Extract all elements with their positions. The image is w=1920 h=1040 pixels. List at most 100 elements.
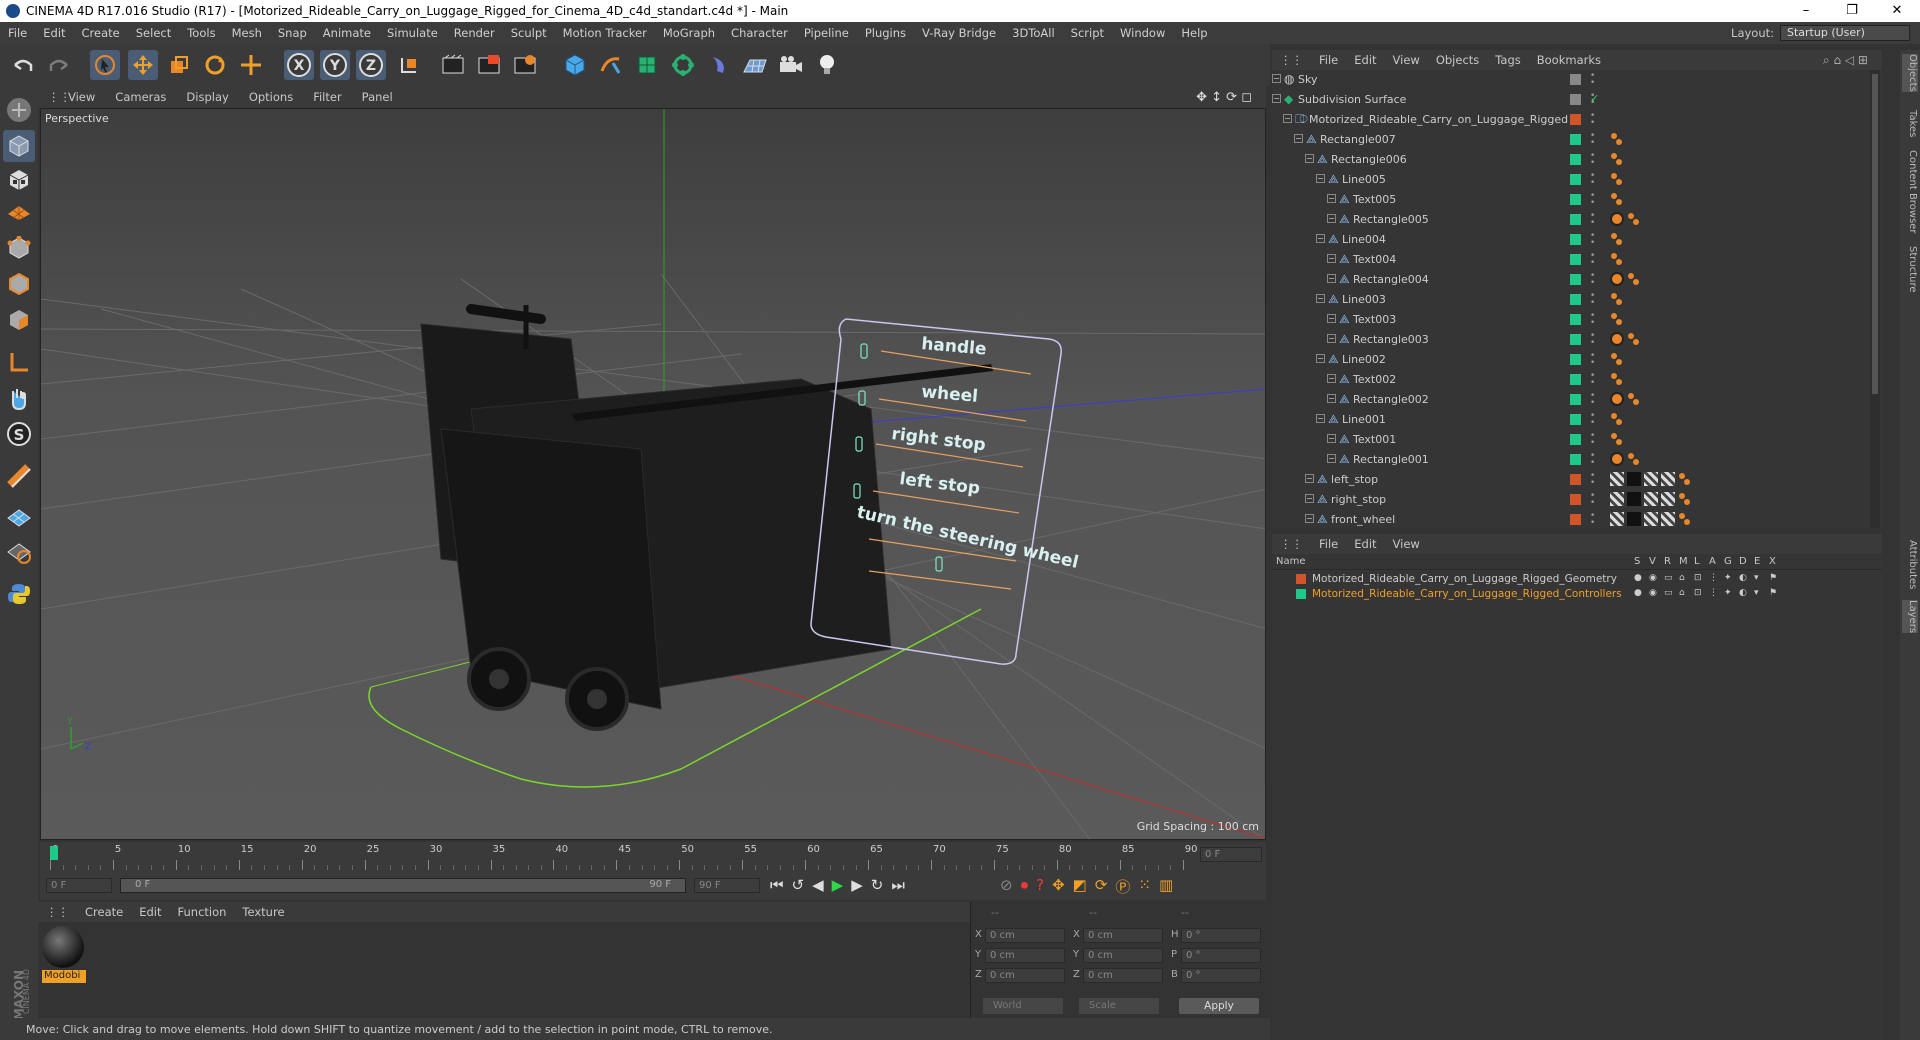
coord-position-field[interactable]: 0 cm [985, 928, 1065, 943]
material-tag-icon[interactable] [1610, 412, 1624, 426]
material-tag-icon[interactable] [1610, 432, 1624, 446]
tab-layers[interactable]: Layers [1902, 600, 1918, 634]
visibility-dots[interactable]: • • [1590, 352, 1595, 368]
tab-content-browser[interactable]: Content Browser [1902, 150, 1918, 233]
model-mode-icon[interactable] [3, 130, 35, 162]
layer-color-swatch[interactable] [1570, 154, 1581, 165]
objects-menu-bookmarks[interactable]: Bookmarks [1529, 53, 1609, 67]
objects-menu-edit[interactable]: Edit [1346, 53, 1384, 67]
layer-color-swatch[interactable] [1296, 574, 1306, 584]
expand-toggle-icon[interactable]: − [1294, 134, 1303, 143]
camera-object-icon[interactable] [776, 50, 806, 80]
tab-objects[interactable]: Objects [1902, 54, 1918, 92]
z-axis-lock-icon[interactable]: Z [356, 50, 386, 80]
coord-scale-dropdown[interactable]: Scale [1079, 998, 1159, 1014]
menu-mesh[interactable]: Mesh [224, 26, 270, 40]
motion-record-icon[interactable]: ⊘ [1000, 876, 1013, 897]
visibility-dots[interactable]: • • [1590, 432, 1595, 448]
layer-name[interactable]: Motorized_Rideable_Carry_on_Luggage_Rigg… [1312, 573, 1617, 585]
next-key-icon[interactable]: ↻ [871, 876, 884, 894]
expand-toggle-icon[interactable]: − [1327, 454, 1336, 463]
viewport-navigation-icons[interactable]: ✥ ↕ ⟳ ◻ [1186, 90, 1262, 105]
material-tag-icon[interactable] [1610, 232, 1624, 246]
visibility-dots[interactable]: • • [1590, 372, 1595, 388]
layer-flag-toggle-icon[interactable]: ● [1634, 588, 1643, 598]
visibility-dots[interactable]: • • [1590, 472, 1595, 488]
checker-tag-icon[interactable] [1644, 492, 1658, 506]
material-tag-icon[interactable] [1610, 372, 1624, 386]
material-tag-icon[interactable] [1610, 352, 1624, 366]
protection-tag-icon[interactable] [1610, 332, 1624, 346]
menu-select[interactable]: Select [128, 26, 179, 40]
material-tag-icon[interactable] [1627, 272, 1641, 286]
menu-window[interactable]: Window [1112, 26, 1173, 40]
layer-flag-toggle-icon[interactable]: ◉ [1649, 588, 1658, 598]
layer-color-swatch[interactable] [1570, 134, 1581, 145]
menu-3dtoall[interactable]: 3DToAll [1004, 26, 1063, 40]
visibility-dots[interactable]: • • [1590, 492, 1595, 508]
minimize-button[interactable]: – [1783, 0, 1829, 22]
redo-icon[interactable] [44, 50, 74, 80]
coordinate-system-icon[interactable] [394, 50, 424, 80]
tab-structure[interactable]: Structure [1902, 246, 1918, 293]
menu-character[interactable]: Character [723, 26, 796, 40]
edges-mode-icon[interactable] [3, 268, 35, 300]
menu-help[interactable]: Help [1173, 26, 1215, 40]
menu-script[interactable]: Script [1063, 26, 1112, 40]
apply-button[interactable]: Apply [1179, 998, 1259, 1014]
object-tree-scrollbar[interactable] [1870, 70, 1880, 528]
cube-object-icon[interactable] [560, 50, 590, 80]
rotate-tool-icon[interactable] [200, 50, 230, 80]
layer-color-swatch[interactable] [1570, 294, 1581, 305]
coord-rotation-field[interactable]: 0 ° [1181, 928, 1261, 943]
coord-size-field[interactable]: 0 cm [1083, 948, 1163, 963]
object-search-icons[interactable]: ⌕ ⌂ ◁ ⊞ [1815, 53, 1876, 68]
visibility-dots[interactable]: • • [1590, 292, 1595, 308]
layer-color-swatch[interactable] [1570, 454, 1581, 465]
expression-tag-icon[interactable] [1627, 512, 1641, 526]
scrollbar-thumb[interactable] [1872, 74, 1878, 394]
constraint-tag-icon[interactable] [1610, 492, 1624, 506]
timeline-playhead[interactable] [50, 846, 58, 860]
menu-create[interactable]: Create [74, 26, 128, 40]
visibility-dots[interactable]: • • [1590, 332, 1595, 348]
visibility-dots[interactable]: • • [1590, 152, 1595, 168]
protection-tag-icon[interactable] [1610, 272, 1624, 286]
render-settings-icon[interactable] [510, 50, 540, 80]
visibility-dots[interactable]: • • [1590, 212, 1595, 228]
layer-flag-toggle-icon[interactable]: ⌂ [1679, 588, 1688, 598]
material-tag-icon[interactable] [1627, 452, 1641, 466]
record-active-objects-icon[interactable]: ⏺ [1021, 876, 1029, 897]
array-object-icon[interactable] [668, 50, 698, 80]
layer-color-swatch[interactable] [1570, 274, 1581, 285]
viewport-menu-options[interactable]: Options [239, 90, 303, 104]
layer-flag-toggle-icon[interactable]: ▭ [1664, 573, 1673, 583]
checker-tag-icon[interactable] [1661, 472, 1675, 486]
material-tag-icon[interactable] [1610, 152, 1624, 166]
workplane-mode-icon[interactable] [3, 196, 35, 228]
enabled-check-icon[interactable]: ✓ [1590, 92, 1599, 105]
menu-render[interactable]: Render [446, 26, 503, 40]
visibility-dots[interactable]: • • [1590, 452, 1595, 468]
object-row[interactable]: − ⟁ Rectangle003 • • [1272, 330, 1882, 350]
layer-flag-toggle-icon[interactable]: ▾ [1754, 588, 1763, 598]
layout-dropdown[interactable]: Startup (User) [1780, 25, 1910, 41]
current-frame-field[interactable]: 0 F [1200, 847, 1262, 862]
visibility-dots[interactable]: • • [1590, 392, 1595, 408]
object-row[interactable]: − ⟁ front_wheel • • [1272, 510, 1882, 528]
expression-tag-icon[interactable] [1627, 472, 1641, 486]
expand-toggle-icon[interactable]: − [1327, 394, 1336, 403]
checker-tag-icon[interactable] [1644, 512, 1658, 526]
layer-row[interactable]: Motorized_Rideable_Carry_on_Luggage_Rigg… [1272, 587, 1882, 602]
expand-toggle-icon[interactable]: − [1316, 354, 1325, 363]
protection-tag-icon[interactable] [1610, 212, 1624, 226]
visibility-dots[interactable]: • • [1590, 512, 1595, 528]
material-name[interactable]: Modobi [42, 970, 86, 983]
coord-size-field[interactable]: 0 cm [1083, 968, 1163, 983]
expand-toggle-icon[interactable]: − [1327, 254, 1336, 263]
constraint-tag-icon[interactable] [1610, 472, 1624, 486]
viewport-menu-panel[interactable]: Panel [352, 90, 403, 104]
material-menu-function[interactable]: Function [170, 905, 235, 919]
snapping-icon[interactable]: S [3, 418, 35, 450]
expand-toggle-icon[interactable]: − [1327, 334, 1336, 343]
